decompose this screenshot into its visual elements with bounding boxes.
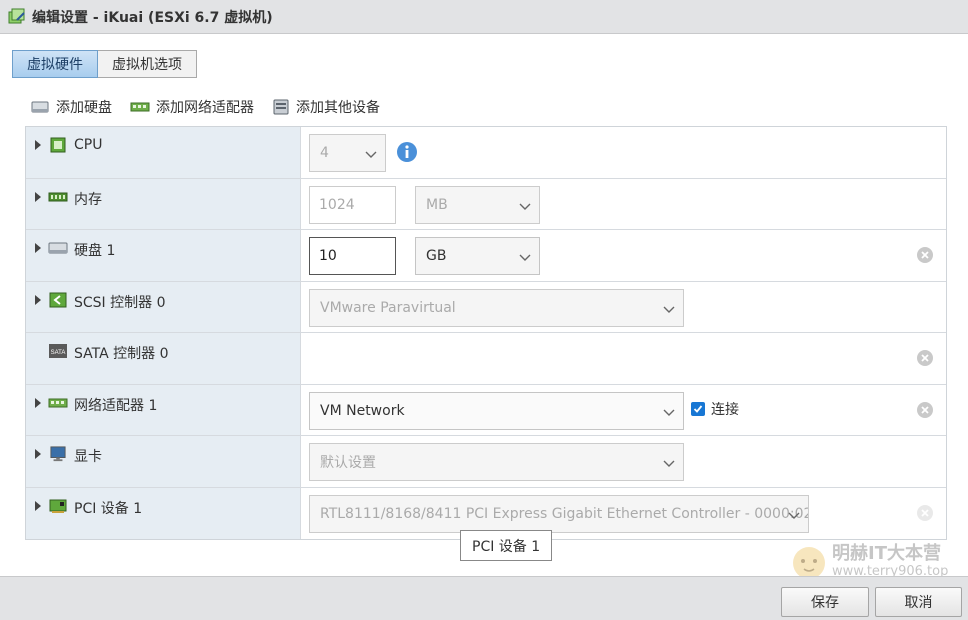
expand-caret-icon[interactable] [33, 499, 43, 513]
checkmark-icon[interactable] [691, 401, 705, 416]
chevron-down-icon [663, 460, 675, 467]
pci-device-value: RTL8111/8168/8411 PCI Express Gigabit Et… [320, 505, 809, 522]
chevron-down-icon [663, 409, 675, 416]
add-network-adapter-button[interactable]: 添加网络适配器 [130, 97, 254, 117]
remove-icon[interactable] [916, 401, 934, 419]
cpu-count-value: 4 [320, 145, 329, 161]
monitor-icon [50, 446, 66, 462]
add-disk-label: 添加硬盘 [56, 100, 112, 116]
hardware-row-network-adapter: 网络适配器 1 VM Network 连接 [26, 384, 946, 436]
pci-device-select[interactable]: RTL8111/8168/8411 PCI Express Gigabit Et… [309, 494, 809, 533]
save-button[interactable]: 保存 [781, 587, 869, 617]
add-other-device-button[interactable]: 添加其他设备 [272, 97, 380, 117]
scsi-label: SCSI 控制器 0 [74, 294, 166, 311]
dialog-footer: 保存 取消 [0, 576, 968, 620]
chevron-down-icon [663, 306, 675, 313]
svg-text:SATA: SATA [51, 350, 66, 356]
remove-icon[interactable] [916, 349, 934, 367]
memory-unit-value: MB [426, 196, 448, 213]
pci-device-icon [49, 499, 67, 513]
display-settings-value: 默认设置 [320, 455, 376, 471]
tab-vm-options[interactable]: 虚拟机选项 [98, 50, 197, 78]
scsi-type-select[interactable]: VMware Paravirtual [309, 288, 684, 327]
pci-device-label: PCI 设备 1 [74, 500, 143, 517]
sata-label: SATA 控制器 0 [74, 346, 169, 362]
hardware-row-display: 显卡 默认设置 [26, 436, 946, 488]
window-titlebar: 编辑设置 - iKuai (ESXi 6.7 虚拟机) [0, 0, 968, 34]
cpu-count-select[interactable]: 4 [309, 134, 386, 172]
hardware-table: CPU 4 内存 1024 MB 硬盘 1 10 GB SCSI 控制器 0 V… [25, 126, 947, 540]
disk-unit-value: GB [426, 248, 447, 264]
hardware-row-cpu: CPU 4 [26, 127, 946, 179]
network-card-icon [48, 398, 68, 407]
hardware-row-scsi: SCSI 控制器 0 VMware Paravirtual [26, 281, 946, 333]
memory-unit-select[interactable]: MB [415, 185, 540, 224]
disk-unit-select[interactable]: GB [415, 237, 540, 275]
sata-controller-icon: SATA [49, 344, 67, 358]
memory-label: 内存 [74, 191, 102, 208]
add-other-label: 添加其他设备 [296, 100, 380, 116]
cancel-button[interactable]: 取消 [875, 587, 962, 617]
scsi-type-value: VMware Paravirtual [320, 299, 456, 316]
hardware-toolbar: 添加硬盘 添加网络适配器 添加其他设备 [30, 97, 398, 117]
network-card-icon [130, 102, 150, 112]
tooltip: PCI 设备 1 [460, 530, 553, 561]
connect-checkbox[interactable]: 连接 [691, 399, 739, 419]
hardware-row-disk: 硬盘 1 10 GB [26, 230, 946, 282]
add-disk-button[interactable]: 添加硬盘 [30, 97, 112, 117]
cpu-label: CPU [74, 137, 103, 153]
network-select[interactable]: VM Network [309, 391, 684, 430]
add-nic-label: 添加网络适配器 [156, 100, 254, 116]
watermark-name: 明赫IT大本营 [832, 543, 941, 564]
remove-icon[interactable] [916, 504, 934, 522]
chevron-down-icon [788, 512, 800, 519]
network-adapter-label: 网络适配器 1 [74, 397, 158, 414]
vm-edit-icon [8, 8, 25, 23]
connect-label: 连接 [711, 401, 739, 418]
display-settings-select[interactable]: 默认设置 [309, 443, 684, 481]
disk-size-input[interactable]: 10 [309, 237, 396, 275]
expand-caret-icon[interactable] [33, 241, 43, 255]
network-value: VM Network [320, 402, 405, 419]
chevron-down-icon [519, 254, 531, 261]
hardware-row-memory: 内存 1024 MB [26, 178, 946, 230]
memory-size-input[interactable]: 1024 [309, 185, 396, 224]
expand-caret-icon[interactable] [33, 447, 43, 461]
device-icon [273, 99, 289, 115]
chevron-down-icon [365, 151, 377, 158]
tab-virtual-hardware[interactable]: 虚拟硬件 [12, 50, 98, 78]
window-title: 编辑设置 - iKuai (ESXi 6.7 虚拟机) [32, 9, 273, 26]
info-icon[interactable] [396, 141, 418, 163]
hard-disk-icon [31, 101, 49, 113]
expand-caret-icon[interactable] [33, 190, 43, 204]
cpu-icon [50, 137, 66, 153]
disk-label: 硬盘 1 [74, 243, 116, 259]
expand-caret-icon[interactable] [33, 138, 43, 152]
scsi-controller-icon [49, 292, 67, 307]
tab-bar: 虚拟硬件 虚拟机选项 [12, 50, 197, 78]
expand-caret-icon[interactable] [33, 396, 43, 410]
hardware-row-sata: SATA SATA 控制器 0 [26, 333, 946, 385]
memory-icon [48, 192, 68, 201]
display-label: 显卡 [74, 449, 102, 465]
chevron-down-icon [519, 203, 531, 210]
expand-caret-icon[interactable] [33, 293, 43, 307]
remove-icon[interactable] [916, 246, 934, 264]
hard-disk-icon [48, 242, 68, 254]
